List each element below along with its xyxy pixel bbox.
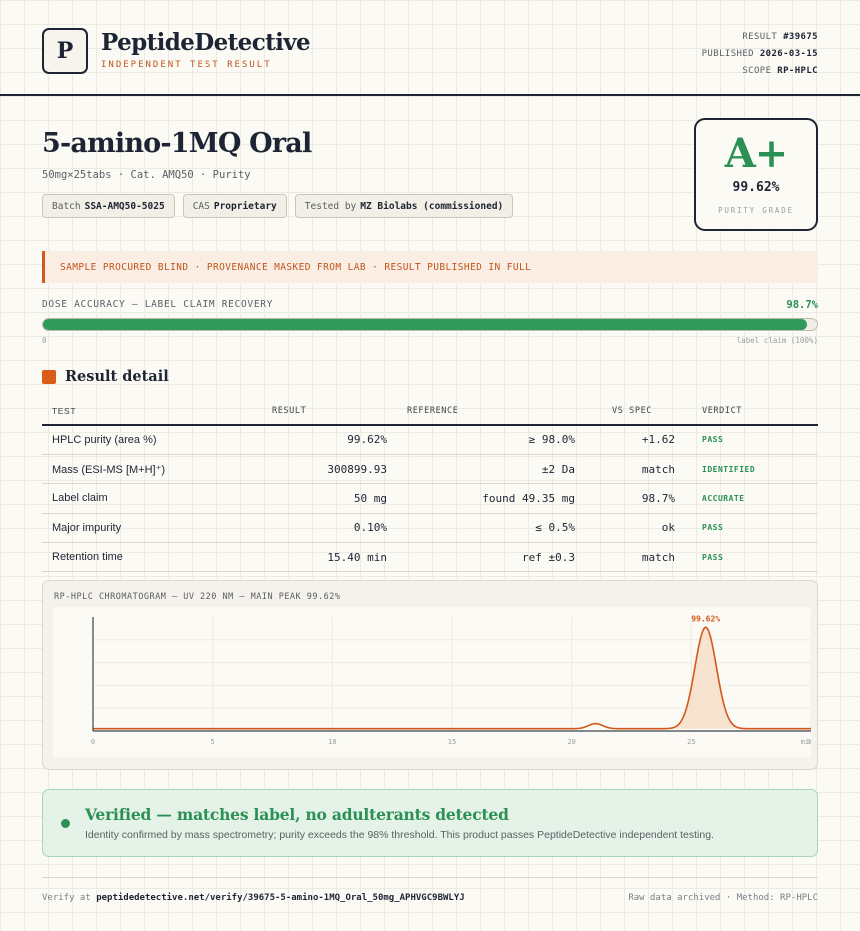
product-title: 5-amino-1MQ Oral [42, 128, 312, 159]
table-row: Mass (ESI-MS [M+H]⁺) 300899.93 ±2 Da mat… [42, 454, 818, 485]
table-row: Retention time 15.40 min ref ±0.3 match … [42, 542, 818, 573]
test-result: 300899.93 [262, 454, 397, 485]
meta-result: RESULT #39675 [742, 32, 818, 42]
meta-published: PUBLISHED 2026-03-15 [701, 49, 818, 59]
chromatogram-title: RP-HPLC CHROMATOGRAM — UV 220 NM — MAIN … [54, 592, 341, 602]
dose-accuracy-bar [42, 318, 818, 331]
table-row: Major impurity 0.10% ≤ 0.5% ok PASS [42, 513, 818, 544]
results-table: TEST RESULT REFERENCE VS SPEC VERDICT HP… [42, 398, 818, 573]
product-subtitle: 50mg×25tabs · Cat. AMQ50 · Purity [42, 169, 251, 181]
col-reference: REFERENCE [397, 398, 585, 426]
test-result: 0.10% [262, 513, 397, 544]
test-result: 50 mg [262, 483, 397, 514]
test-vs-spec: match [585, 454, 685, 485]
purity-grade-card: A+ 99.62% PURITY GRADE [694, 118, 818, 231]
blind-sample-notice: SAMPLE PROCURED BLIND · PROVENANCE MASKE… [42, 251, 818, 283]
verified-banner: Verified — matches label, no adulterants… [42, 789, 818, 857]
tested-by-chip: Tested by MZ Biolabs (commissioned) [294, 194, 514, 218]
brand-tagline: INDEPENDENT TEST RESULT [101, 60, 272, 70]
col-verdict: VERDICT [685, 398, 818, 426]
test-vs-spec: +1.62 [585, 425, 685, 455]
x-tick-label: 5 [211, 738, 215, 746]
table-header-row: TEST RESULT REFERENCE VS SPEC VERDICT [42, 398, 818, 426]
verify-link-line: Verify at peptidedetective.net/verify/39… [42, 893, 465, 903]
footer-divider [42, 877, 818, 878]
test-reference: ±2 Da [397, 454, 585, 485]
test-vs-spec: ok [585, 513, 685, 544]
verify-url[interactable]: peptidedetective.net/verify/39675-5-amin… [96, 893, 464, 903]
logo-letter: P [56, 38, 74, 64]
table-row: Label claim 50 mg found 49.35 mg 98.7% A… [42, 483, 818, 514]
verified-subtitle: Identity confirmed by mass spectrometry;… [85, 829, 714, 841]
test-name: Label claim [42, 483, 262, 514]
test-reference: found 49.35 mg [397, 483, 585, 514]
test-verdict: PASS [685, 542, 818, 573]
chromatogram-panel: RP-HPLC CHROMATOGRAM — UV 220 NM — MAIN … [42, 580, 818, 770]
result-meta: RESULT #39675 PUBLISHED 2026-03-15 SCOPE… [702, 29, 818, 80]
section-title: Result detail [65, 368, 169, 385]
col-test: TEST [42, 398, 262, 426]
batch-chip: Batch SSA-AMQ50-5025 [42, 194, 175, 218]
test-result: 15.40 min [262, 542, 397, 573]
x-tick-label: 20 [567, 738, 575, 746]
brand-name: PeptideDetective [101, 29, 311, 56]
dose-bar-max: label claim (100%) [736, 336, 818, 345]
test-result: 99.62% [262, 425, 397, 455]
test-vs-spec: match [585, 542, 685, 573]
verified-dot-icon [61, 819, 70, 828]
dose-bar-min: 0 [42, 336, 47, 345]
test-verdict: ACCURATE [685, 483, 818, 514]
test-name: Retention time [42, 542, 262, 573]
chromatogram-chart: 051015202530min99.62% [53, 607, 811, 757]
dose-accuracy-label: DOSE ACCURACY — LABEL CLAIM RECOVERY [42, 299, 274, 310]
test-name: HPLC purity (area %) [42, 425, 262, 455]
dose-accuracy-value: 98.7% [786, 299, 818, 311]
meta-scope: SCOPE RP-HPLC [742, 66, 818, 76]
x-tick-label: 10 [328, 738, 336, 746]
peak-label: 99.62% [691, 614, 720, 623]
table-row: HPLC purity (area %) 99.62% ≥ 98.0% +1.6… [42, 425, 818, 455]
test-reference: ≥ 98.0% [397, 425, 585, 455]
col-vs-spec: VS SPEC [585, 398, 685, 426]
test-vs-spec: 98.7% [585, 483, 685, 514]
verify-prefix: Verify at [42, 893, 91, 903]
test-verdict: PASS [685, 513, 818, 544]
logo: P [42, 28, 88, 74]
grade-label: PURITY GRADE [718, 206, 794, 215]
grade-value: 99.62% [732, 180, 780, 195]
x-unit-label: min [801, 738, 811, 746]
test-verdict: PASS [685, 425, 818, 455]
grade-letter: A+ [724, 130, 789, 177]
x-tick-label: 25 [687, 738, 695, 746]
test-verdict: IDENTIFIED [685, 454, 818, 485]
test-reference: ref ±0.3 [397, 542, 585, 573]
test-name: Mass (ESI-MS [M+H]⁺) [42, 454, 262, 485]
x-tick-label: 0 [91, 738, 95, 746]
footer-method: Raw data archived · Method: RP-HPLC [628, 893, 818, 903]
col-result: RESULT [262, 398, 397, 426]
verified-title: Verified — matches label, no adulterants… [85, 805, 509, 824]
x-tick-label: 15 [448, 738, 456, 746]
page-header: P PeptideDetective INDEPENDENT TEST RESU… [0, 0, 860, 96]
section-marker [42, 370, 56, 384]
dose-accuracy-fill [43, 319, 807, 330]
cas-chip: CAS Proprietary [182, 194, 287, 218]
test-name: Major impurity [42, 513, 262, 544]
test-reference: ≤ 0.5% [397, 513, 585, 544]
product-chips: Batch SSA-AMQ50-5025 CAS Proprietary Teste… [42, 194, 514, 218]
